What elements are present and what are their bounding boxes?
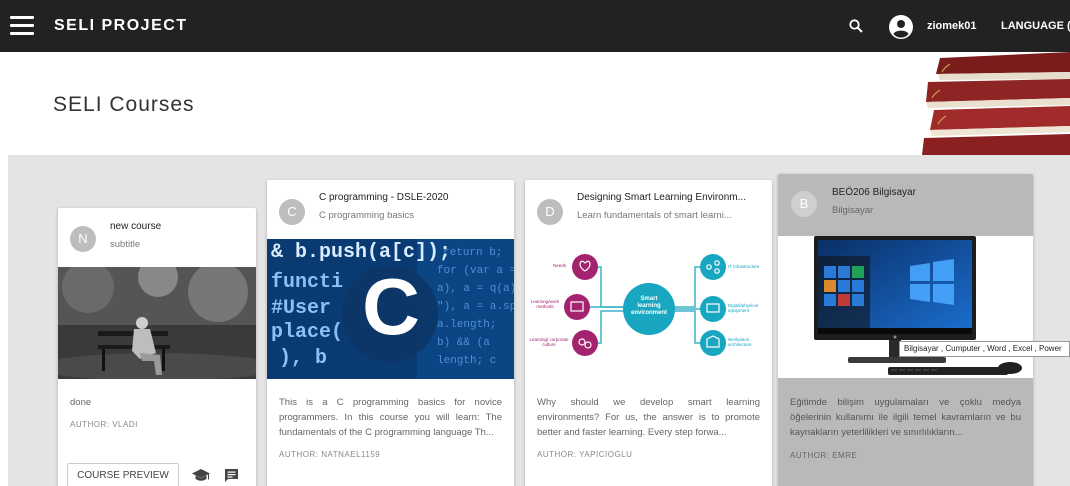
diagram-center-label: Smart xyxy=(640,296,658,302)
top-app-bar: SELI PROJECT ziomek01 LANGUAGE (US xyxy=(0,0,1070,52)
keywords-tooltip: Bilgisayar , Cumputer , Word , Excel , P… xyxy=(899,341,1070,357)
course-avatar: D xyxy=(537,199,563,225)
page-header: SELI Courses xyxy=(0,52,1070,155)
language-selector[interactable]: LANGUAGE (US xyxy=(1001,20,1070,32)
search-icon[interactable] xyxy=(849,19,863,33)
code-line: place( xyxy=(271,321,344,344)
course-author: AUTHOR: NATNAEL1159 xyxy=(279,450,381,459)
course-title[interactable]: Designing Smart Learning Environm... xyxy=(577,192,746,203)
course-author: AUTHOR: VLADI xyxy=(70,420,138,429)
course-avatar: C xyxy=(279,199,305,225)
username[interactable]: ziomek01 xyxy=(927,20,977,32)
code-line: #User xyxy=(271,297,332,320)
course-title[interactable]: C programming - DSLE-2020 xyxy=(319,192,449,203)
code-line: & b.push(a[c]); xyxy=(271,241,452,264)
course-card[interactable]: D Designing Smart Learning Environm... L… xyxy=(525,180,772,486)
diagram-left-label: Learning/ corporate culture xyxy=(529,337,569,347)
code-line: ), b xyxy=(279,347,328,370)
course-preview-button[interactable]: COURSE PREVIEW xyxy=(67,463,179,486)
diagram-right-label: Digital/physical equipment xyxy=(728,303,759,313)
courses-gallery: N new course subtitle done AUTHOR: VLADI… xyxy=(8,155,1070,486)
diagram-center-label: learning xyxy=(637,303,661,309)
course-subtitle: Bilgisayar xyxy=(832,205,874,216)
diagram-right-label: Workplace architecture xyxy=(728,337,752,347)
svg-text:for (var a =: for (var a = xyxy=(437,265,514,277)
svg-text:"), a = a.sp: "), a = a.sp xyxy=(437,301,514,313)
svg-text:b) && (a: b) && (a xyxy=(437,337,490,349)
app-title[interactable]: SELI PROJECT xyxy=(54,17,188,35)
course-image: return b; for (var a = a), a = q(a), "),… xyxy=(267,239,514,379)
course-card-selected[interactable]: B BEÖ206 Bilgisayar Bilgisayar Eğitimde … xyxy=(778,174,1033,486)
books-banner-image xyxy=(920,52,1070,155)
course-subtitle: subtitle xyxy=(110,239,141,250)
course-avatar: B xyxy=(791,191,817,217)
course-author: AUTHOR: YAPICIOGLU xyxy=(537,450,633,459)
code-line: functi xyxy=(271,271,344,294)
course-card[interactable]: N new course subtitle done AUTHOR: VLADI… xyxy=(58,208,256,486)
diagram-left-label: Learning/work methods xyxy=(530,299,560,309)
svg-text:return b;: return b; xyxy=(443,247,502,259)
svg-text:length; c: length; c xyxy=(437,355,496,367)
course-subtitle: Learn fundamentals of smart learni... xyxy=(577,210,732,221)
svg-text:a.length;: a.length; xyxy=(437,319,496,331)
page-title: SELI Courses xyxy=(53,93,195,116)
course-description: Eğitimde bilişim uygulamaları ve çoklu m… xyxy=(790,397,1021,438)
account-circle-icon[interactable] xyxy=(889,15,913,39)
course-description: Why should we develop smart learning env… xyxy=(537,397,760,438)
course-avatar: N xyxy=(70,226,96,252)
course-title[interactable]: BEÖ206 Bilgisayar xyxy=(832,187,916,198)
chat-icon[interactable] xyxy=(224,468,239,483)
diagram-left-label: Needs xyxy=(553,263,567,268)
diagram-center-label: environment xyxy=(630,310,667,316)
course-image: Smart learning environment Needs Learnin… xyxy=(525,239,772,379)
course-card[interactable]: C C programming - DSLE-2020 C programmin… xyxy=(267,180,514,486)
course-author: AUTHOR: EMRE xyxy=(790,451,858,460)
course-description: This is a C programming basics for novic… xyxy=(279,397,502,438)
svg-text:a), a = q(a),: a), a = q(a), xyxy=(437,283,514,295)
course-description: done xyxy=(70,397,92,408)
menu-icon[interactable] xyxy=(10,16,34,36)
diagram-right-label: IT infrastructure xyxy=(728,264,760,269)
graduation-cap-icon[interactable] xyxy=(192,469,210,483)
course-subtitle: C programming basics xyxy=(319,210,415,221)
course-title[interactable]: new course xyxy=(110,221,161,232)
course-image xyxy=(58,267,256,379)
c-logo: C xyxy=(362,262,420,351)
